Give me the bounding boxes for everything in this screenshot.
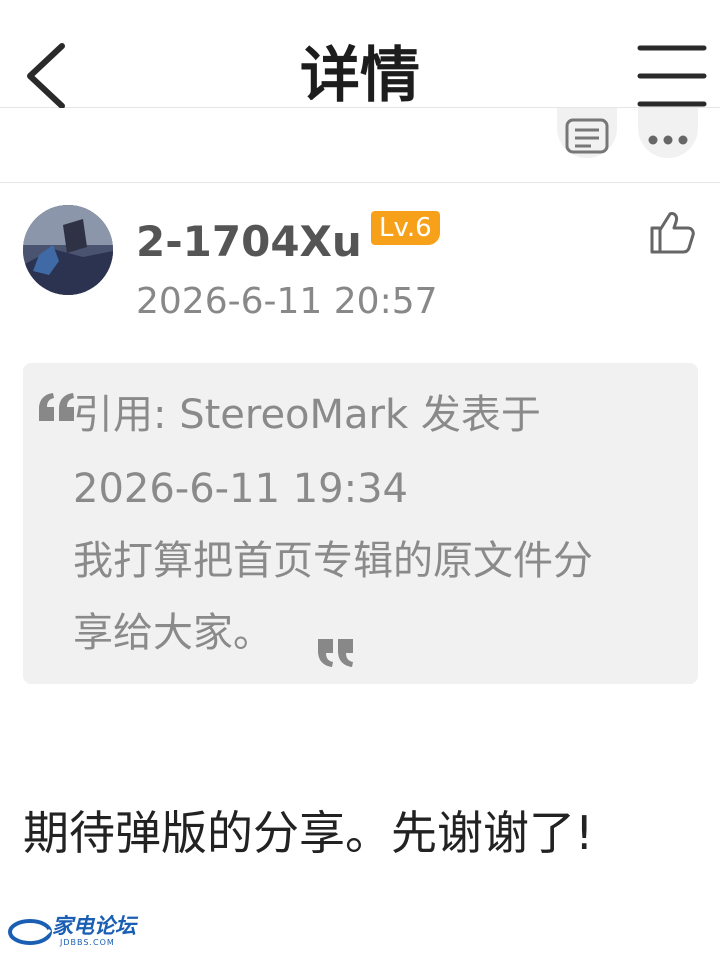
quote-text: 享给大家。 — [73, 610, 273, 656]
reply-button[interactable] — [557, 108, 617, 158]
more-dots-icon — [648, 135, 688, 145]
quote-text: 我打算把首页专辑的原文件分 — [73, 538, 593, 584]
comment-list-icon — [565, 118, 609, 154]
quote-block: 引用: StereoMark 发表于 2026-6-11 19:34 我打算把首… — [23, 363, 698, 684]
post-body: 期待弹版的分享。先谢谢了! — [23, 806, 594, 860]
top-nav-bar: 详情 — [0, 0, 720, 111]
post-time: 2026-6-11 20:57 — [136, 281, 438, 322]
username[interactable]: 2-1704Xu — [136, 214, 362, 270]
level-badge: Lv.6 — [371, 211, 440, 245]
post-header: 2-1704Xu Lv.6 2026-6-11 20:57 — [0, 184, 720, 334]
avatar-image — [23, 205, 113, 295]
like-button[interactable] — [648, 208, 696, 256]
page-title: 详情 — [300, 41, 420, 111]
quote-time: 2026-6-11 19:34 — [73, 466, 408, 512]
more-button[interactable] — [638, 108, 698, 158]
quote-header: 引用: StereoMark 发表于 — [73, 392, 541, 438]
watermark-domain: JDBBS.COM — [60, 938, 115, 947]
thumbs-up-icon — [650, 212, 695, 254]
avatar[interactable] — [23, 205, 113, 295]
open-quote-icon — [39, 393, 74, 421]
action-row — [0, 108, 720, 183]
watermark-name: 家电论坛 — [52, 914, 136, 938]
menu-icon — [637, 45, 707, 107]
site-watermark: 家电论坛 JDBBS.COM — [6, 912, 146, 952]
site-logo-icon — [8, 919, 52, 945]
menu-button[interactable] — [634, 42, 710, 110]
close-quote-icon — [318, 639, 353, 667]
